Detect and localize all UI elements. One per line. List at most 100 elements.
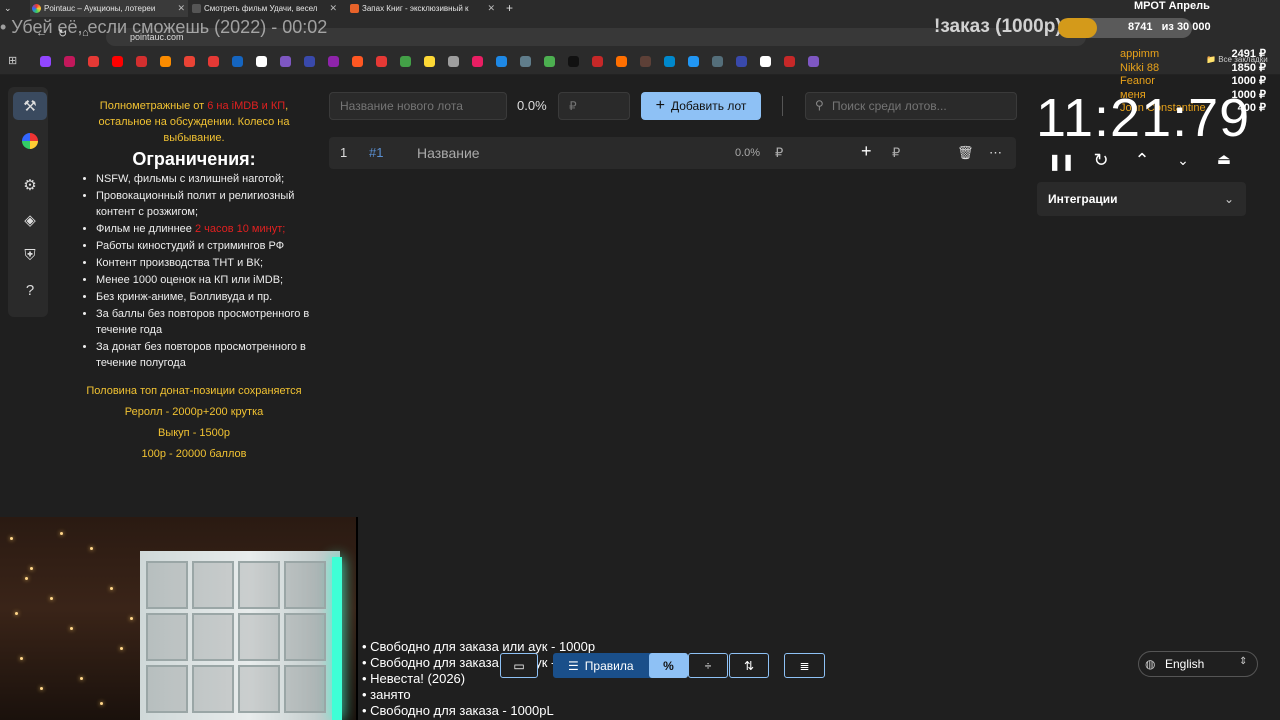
order-overlay: !заказ (1000р): [934, 16, 1062, 37]
bookmark-favicon-icon[interactable]: [352, 56, 363, 67]
bookmark-favicon-icon[interactable]: [88, 56, 99, 67]
apps-grid-icon[interactable]: ⊞: [8, 54, 17, 67]
stream-title: • Убей её, если сможешь (2022) - 00:02: [0, 17, 328, 37]
bookmark-favicon-icon[interactable]: [64, 56, 75, 67]
donor-name: Nikki 88: [1120, 61, 1160, 74]
bookmark-favicon-icon[interactable]: [280, 56, 291, 67]
percent-icon: %: [663, 658, 674, 673]
bookmark-favicon-icon[interactable]: [616, 56, 627, 67]
tab-pointauc[interactable]: Pointauc – Аукционы, лотереи ✕: [30, 0, 188, 17]
lot-percent: 0.0%: [735, 147, 761, 159]
bookmark-favicon-icon[interactable]: [184, 56, 195, 67]
integrations-dropdown[interactable]: Интеграции ⌄: [1037, 182, 1246, 216]
webcam-feed: [0, 517, 358, 720]
bookmark-favicon-icon[interactable]: [496, 56, 507, 67]
layers-icon[interactable]: ◈: [13, 206, 47, 234]
bookmark-favicon-icon[interactable]: [592, 56, 603, 67]
rules-panel: Полнометражные от 6 на iMDB и КП, осталь…: [76, 98, 312, 462]
bookmark-favicon-icon[interactable]: [112, 56, 123, 67]
restriction-item: Фильм не длиннее 2 часов 10 минут;: [96, 221, 312, 237]
tab-books[interactable]: Запах Книг - эксклюзивный к ✕: [348, 0, 498, 17]
bookmark-favicon-icon[interactable]: [160, 56, 171, 67]
shield-icon[interactable]: ⛨: [13, 241, 47, 269]
new-tab-icon[interactable]: +: [506, 0, 513, 17]
chevron-down-icon: ⌄: [1223, 192, 1234, 206]
bookmark-favicon-icon[interactable]: [688, 56, 699, 67]
settings-gear-icon[interactable]: ⚙: [13, 171, 47, 199]
bookmark-favicon-icon[interactable]: [568, 56, 579, 67]
bookmark-favicon-icon[interactable]: [424, 56, 435, 67]
bookmark-favicon-icon[interactable]: [664, 56, 675, 67]
lot-amount[interactable]: ₽: [775, 145, 783, 161]
bookmark-favicon-icon[interactable]: [328, 56, 339, 67]
shelf-cell: [284, 613, 326, 661]
compact-view-button[interactable]: ▭: [500, 653, 538, 678]
bookmark-favicon-icon[interactable]: [640, 56, 651, 67]
close-tab-icon[interactable]: ✕: [487, 0, 495, 17]
bookmark-favicon-icon[interactable]: [712, 56, 723, 67]
new-lot-name-input[interactable]: [329, 92, 507, 120]
fairy-light: [15, 612, 18, 615]
clear-all-button[interactable]: ≣: [784, 653, 825, 678]
bookmark-favicon-icon[interactable]: [136, 56, 147, 67]
add-amount-plus-icon[interactable]: +: [861, 141, 872, 162]
bookmark-favicon-icon[interactable]: [808, 56, 819, 67]
restriction-duration: 2 часов 10 минут;: [194, 223, 286, 235]
tab-search-icon[interactable]: ⌄: [4, 0, 12, 17]
sort-icon: ⇅: [743, 658, 755, 673]
film-favicon-icon: [192, 4, 201, 13]
lot-search-input[interactable]: [805, 92, 1017, 120]
bookmark-favicon-icon[interactable]: [520, 56, 531, 67]
globe-icon: ◍: [1145, 657, 1156, 671]
add-lot-button[interactable]: + Добавить лот: [641, 92, 761, 120]
new-lot-price-input[interactable]: [558, 92, 630, 120]
shelf-cell: [238, 665, 280, 713]
bookmark-favicon-icon[interactable]: [256, 56, 267, 67]
bookmark-favicon-icon[interactable]: [40, 56, 51, 67]
bookmark-favicon-icon[interactable]: [304, 56, 315, 67]
fairy-light: [110, 587, 113, 590]
bookmark-favicon-icon[interactable]: [472, 56, 483, 67]
restriction-item: Менее 1000 оценок на КП или iMDB;: [96, 272, 312, 288]
tab-movie[interactable]: Смотреть фильм Удачи, весел ✕: [190, 0, 340, 17]
new-lot-percent: 0.0%: [517, 98, 547, 113]
bookmark-favicon-icon[interactable]: [760, 56, 771, 67]
add-amount-input[interactable]: ₽: [892, 145, 900, 161]
help-icon[interactable]: ?: [13, 276, 47, 304]
tab-label: Запах Книг - эксклюзивный к: [362, 4, 469, 13]
restriction-text: Фильм не длиннее: [96, 223, 195, 235]
double-chevron-up-icon[interactable]: ⏏: [1213, 150, 1235, 168]
search-icon: ⚲: [815, 98, 824, 112]
bookmark-favicon-icon[interactable]: [208, 56, 219, 67]
webcam-border: [356, 517, 358, 720]
shelf-cell: [192, 665, 234, 713]
lot-name-input[interactable]: Название: [417, 145, 480, 161]
bookmark-favicon-icon[interactable]: [736, 56, 747, 67]
fairy-light: [10, 537, 13, 540]
bookmark-favicon-icon[interactable]: [544, 56, 555, 67]
bookmark-favicon-icon[interactable]: [232, 56, 243, 67]
percent-toggle-button[interactable]: %: [649, 653, 688, 678]
more-options-icon[interactable]: ⋯: [989, 145, 1002, 161]
fairy-light: [70, 627, 73, 630]
close-tab-icon[interactable]: ✕: [177, 0, 185, 17]
sort-button[interactable]: ⇅: [729, 653, 769, 678]
fairy-light: [130, 617, 133, 620]
lot-row[interactable]: 1 #1 Название 0.0% ₽ + ₽ 🗑 ⋯: [329, 137, 1016, 169]
bookmark-favicon-icon[interactable]: [400, 56, 411, 67]
wheel-icon[interactable]: [13, 127, 47, 155]
close-tab-icon[interactable]: ✕: [329, 0, 337, 17]
add-lot-label: Добавить лот: [670, 99, 747, 113]
restriction-item: За баллы без повторов просмотренного в т…: [96, 306, 312, 338]
chevron-down-icon[interactable]: ⌄: [1172, 152, 1194, 169]
bookmark-favicon-icon[interactable]: [448, 56, 459, 67]
pause-icon[interactable]: ❚❚: [1048, 152, 1075, 172]
reset-icon[interactable]: ↻: [1090, 150, 1112, 171]
bookmark-favicon-icon[interactable]: [376, 56, 387, 67]
chevron-up-icon[interactable]: ⌃: [1131, 150, 1153, 171]
merge-button[interactable]: ÷: [688, 653, 728, 678]
delete-trash-icon[interactable]: 🗑: [957, 145, 974, 161]
auction-hammer-icon[interactable]: ⚒: [13, 92, 47, 120]
shelf-cell: [238, 613, 280, 661]
bookmark-favicon-icon[interactable]: [784, 56, 795, 67]
